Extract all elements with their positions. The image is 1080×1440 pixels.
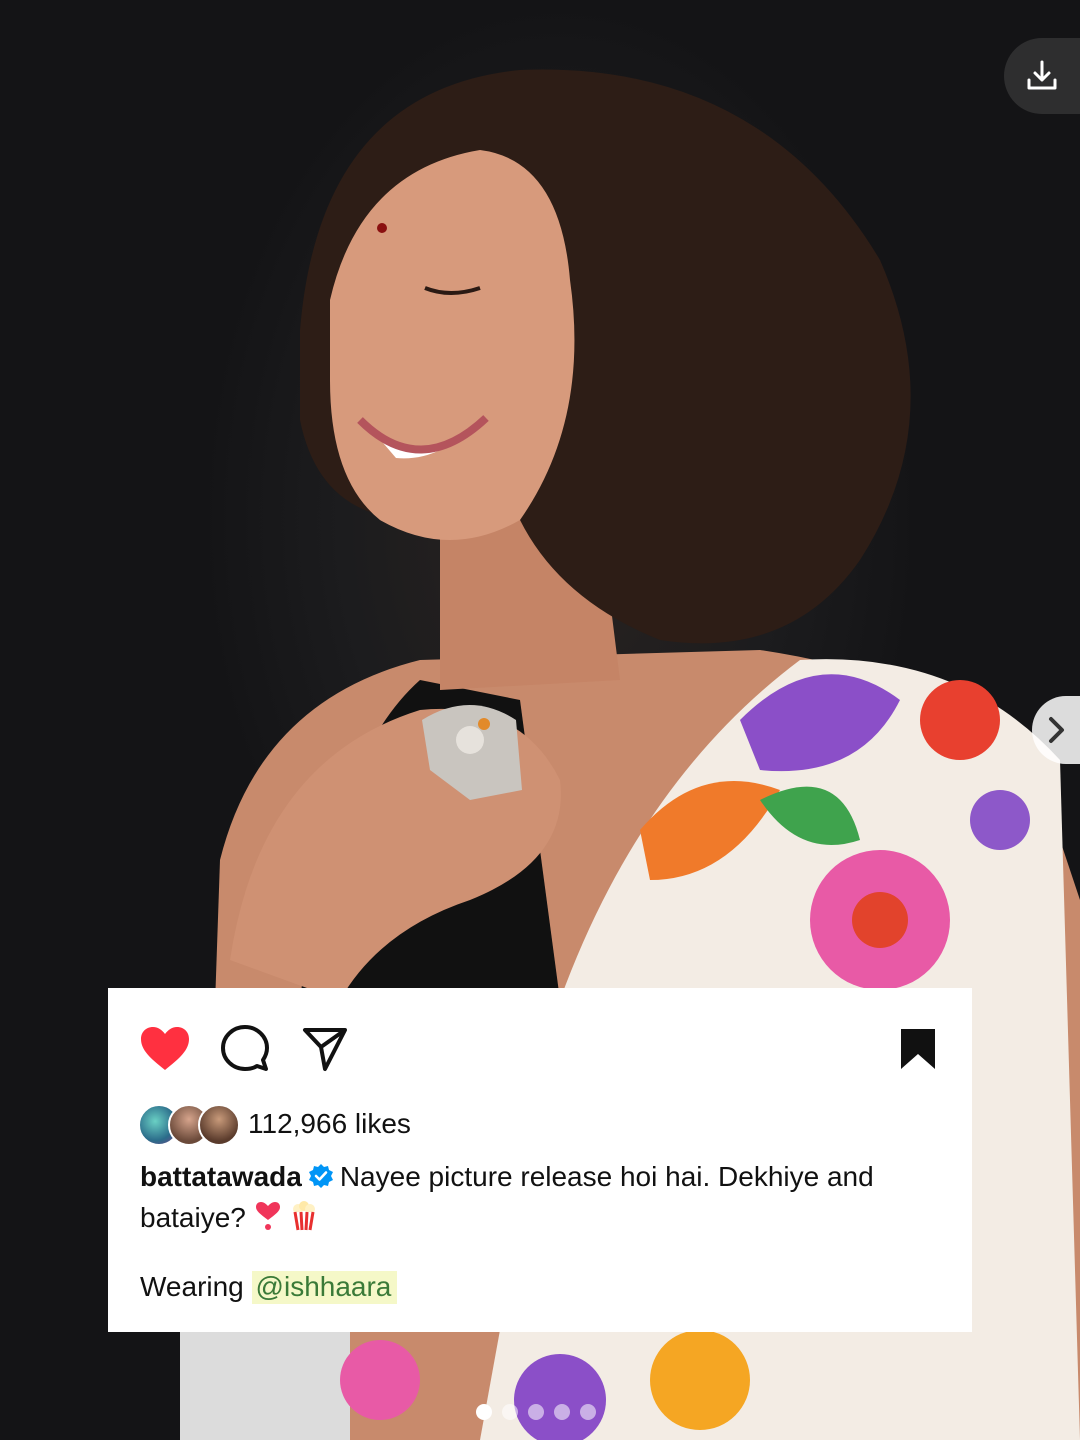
verified-badge-icon [308,1161,334,1199]
mention-link[interactable]: @ishhaara [251,1271,398,1304]
post-caption: battatawada Nayee picture release hoi hai… [140,1158,940,1241]
chevron-right-icon [1049,717,1064,743]
liker-avatars [138,1102,242,1146]
carousel-dot [528,1404,544,1420]
carousel-dot [502,1404,518,1420]
download-button[interactable] [1004,38,1080,114]
username-link[interactable]: battatawada [140,1161,302,1192]
post-card: 112,966 likes battatawada Nayee picture r… [108,988,972,1332]
action-bar [138,1024,942,1071]
wearing-line: Wearing @ishhaara [140,1268,398,1306]
popcorn-emoji-icon [290,1201,318,1241]
bookmark-icon [901,1029,935,1069]
carousel-dot [554,1404,570,1420]
likes-count[interactable]: 112,966 likes [248,1108,411,1140]
carousel-indicator [476,1404,596,1420]
wearing-label: Wearing [140,1271,244,1302]
carousel-dot [580,1404,596,1420]
comment-button[interactable] [220,1024,270,1074]
avatar [198,1104,240,1146]
carousel-dot-active [476,1404,492,1420]
comment-icon [221,1025,269,1071]
like-button[interactable] [140,1024,190,1074]
save-button[interactable] [893,1024,943,1074]
heart-icon [141,1027,189,1070]
share-button[interactable] [300,1024,350,1074]
likes-row[interactable]: 112,966 likes [138,1102,411,1146]
send-icon [303,1028,347,1071]
heart-exclamation-emoji-icon [254,1201,282,1241]
download-icon [1027,60,1057,90]
